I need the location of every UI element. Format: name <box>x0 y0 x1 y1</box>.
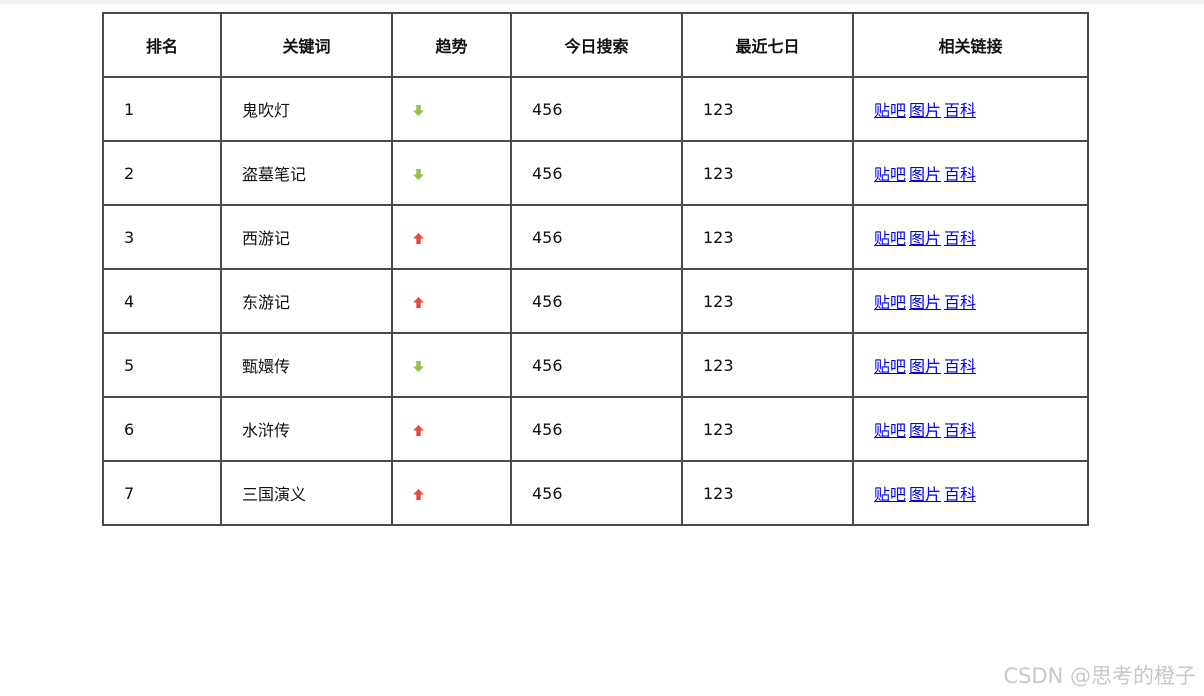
rank-cell: 2 <box>102 140 222 206</box>
table-row: 6 水浒传 456 123 贴吧 图片 百科 <box>102 396 1089 462</box>
tieba-link[interactable]: 贴吧 <box>874 293 906 312</box>
header-keyword: 关键词 <box>220 12 393 78</box>
recent-seven-days-cell: 123 <box>681 460 854 526</box>
related-links-cell: 贴吧 图片 百科 <box>852 396 1089 462</box>
rank-cell: 5 <box>102 332 222 398</box>
table-row: 2 盗墓笔记 456 123 贴吧 图片 百科 <box>102 140 1089 206</box>
table-row: 5 甄嬛传 456 123 贴吧 图片 百科 <box>102 332 1089 398</box>
related-links-cell: 贴吧 图片 百科 <box>852 460 1089 526</box>
table-row: 7 三国演义 456 123 贴吧 图片 百科 <box>102 460 1089 526</box>
trend-cell <box>391 268 512 334</box>
keyword-cell: 盗墓笔记 <box>220 140 393 206</box>
keyword-cell: 西游记 <box>220 204 393 270</box>
keyword-cell: 三国演义 <box>220 460 393 526</box>
table-row: 3 西游记 456 123 贴吧 图片 百科 <box>102 204 1089 270</box>
related-links-cell: 贴吧 图片 百科 <box>852 204 1089 270</box>
header-related-links: 相关链接 <box>852 12 1089 78</box>
today-search-cell: 456 <box>510 268 683 334</box>
images-link[interactable]: 图片 <box>909 485 941 504</box>
baike-link[interactable]: 百科 <box>944 101 976 120</box>
top-bar <box>0 0 1204 4</box>
table-body: 1 鬼吹灯 456 123 贴吧 图片 百科 2 盗墓笔记 456 123 贴吧 图片 百科 3 西游记 456… <box>102 76 1089 526</box>
today-search-cell: 456 <box>510 332 683 398</box>
tieba-link[interactable]: 贴吧 <box>874 357 906 376</box>
tieba-link[interactable]: 贴吧 <box>874 485 906 504</box>
images-link[interactable]: 图片 <box>909 357 941 376</box>
baike-link[interactable]: 百科 <box>944 165 976 184</box>
arrow-down-icon <box>413 360 424 372</box>
arrow-down-icon <box>413 104 424 116</box>
baike-link[interactable]: 百科 <box>944 229 976 248</box>
baike-link[interactable]: 百科 <box>944 293 976 312</box>
trend-cell <box>391 332 512 398</box>
baike-link[interactable]: 百科 <box>944 485 976 504</box>
table-row: 4 东游记 456 123 贴吧 图片 百科 <box>102 268 1089 334</box>
images-link[interactable]: 图片 <box>909 101 941 120</box>
header-trend: 趋势 <box>391 12 512 78</box>
header-recent-seven-days: 最近七日 <box>681 12 854 78</box>
tieba-link[interactable]: 贴吧 <box>874 165 906 184</box>
trend-cell <box>391 396 512 462</box>
keyword-cell: 甄嬛传 <box>220 332 393 398</box>
header-rank: 排名 <box>102 12 222 78</box>
keyword-cell: 东游记 <box>220 268 393 334</box>
images-link[interactable]: 图片 <box>909 229 941 248</box>
related-links-cell: 贴吧 图片 百科 <box>852 332 1089 398</box>
rank-cell: 1 <box>102 76 222 142</box>
trend-cell <box>391 460 512 526</box>
arrow-up-icon <box>413 488 424 500</box>
images-link[interactable]: 图片 <box>909 165 941 184</box>
related-links-cell: 贴吧 图片 百科 <box>852 140 1089 206</box>
today-search-cell: 456 <box>510 76 683 142</box>
recent-seven-days-cell: 123 <box>681 140 854 206</box>
arrow-down-icon <box>413 168 424 180</box>
recent-seven-days-cell: 123 <box>681 204 854 270</box>
today-search-cell: 456 <box>510 140 683 206</box>
rank-cell: 6 <box>102 396 222 462</box>
trend-cell <box>391 204 512 270</box>
trend-cell <box>391 76 512 142</box>
recent-seven-days-cell: 123 <box>681 332 854 398</box>
baike-link[interactable]: 百科 <box>944 421 976 440</box>
images-link[interactable]: 图片 <box>909 421 941 440</box>
tieba-link[interactable]: 贴吧 <box>874 101 906 120</box>
related-links-cell: 贴吧 图片 百科 <box>852 268 1089 334</box>
related-links-cell: 贴吧 图片 百科 <box>852 76 1089 142</box>
recent-seven-days-cell: 123 <box>681 268 854 334</box>
keyword-cell: 鬼吹灯 <box>220 76 393 142</box>
tieba-link[interactable]: 贴吧 <box>874 421 906 440</box>
rank-cell: 4 <box>102 268 222 334</box>
keyword-cell: 水浒传 <box>220 396 393 462</box>
watermark: CSDN @思考的橙子 <box>1003 664 1196 688</box>
rank-cell: 7 <box>102 460 222 526</box>
ranking-table: 排名 关键词 趋势 今日搜索 最近七日 相关链接 1 鬼吹灯 456 123 贴吧 图片百… <box>102 12 1089 526</box>
recent-seven-days-cell: 123 <box>681 76 854 142</box>
rank-cell: 3 <box>102 204 222 270</box>
header-today-search: 今日搜索 <box>510 12 683 78</box>
table-row: 1 鬼吹灯 456 123 贴吧 图片 百科 <box>102 76 1089 142</box>
table-header-row: 排名 关键词 趋势 今日搜索 最近七日 相关链接 <box>102 12 1089 78</box>
recent-seven-days-cell: 123 <box>681 396 854 462</box>
tieba-link[interactable]: 贴吧 <box>874 229 906 248</box>
today-search-cell: 456 <box>510 204 683 270</box>
images-link[interactable]: 图片 <box>909 293 941 312</box>
today-search-cell: 456 <box>510 396 683 462</box>
baike-link[interactable]: 百科 <box>944 357 976 376</box>
arrow-up-icon <box>413 232 424 244</box>
today-search-cell: 456 <box>510 460 683 526</box>
arrow-up-icon <box>413 424 424 436</box>
arrow-up-icon <box>413 296 424 308</box>
trend-cell <box>391 140 512 206</box>
